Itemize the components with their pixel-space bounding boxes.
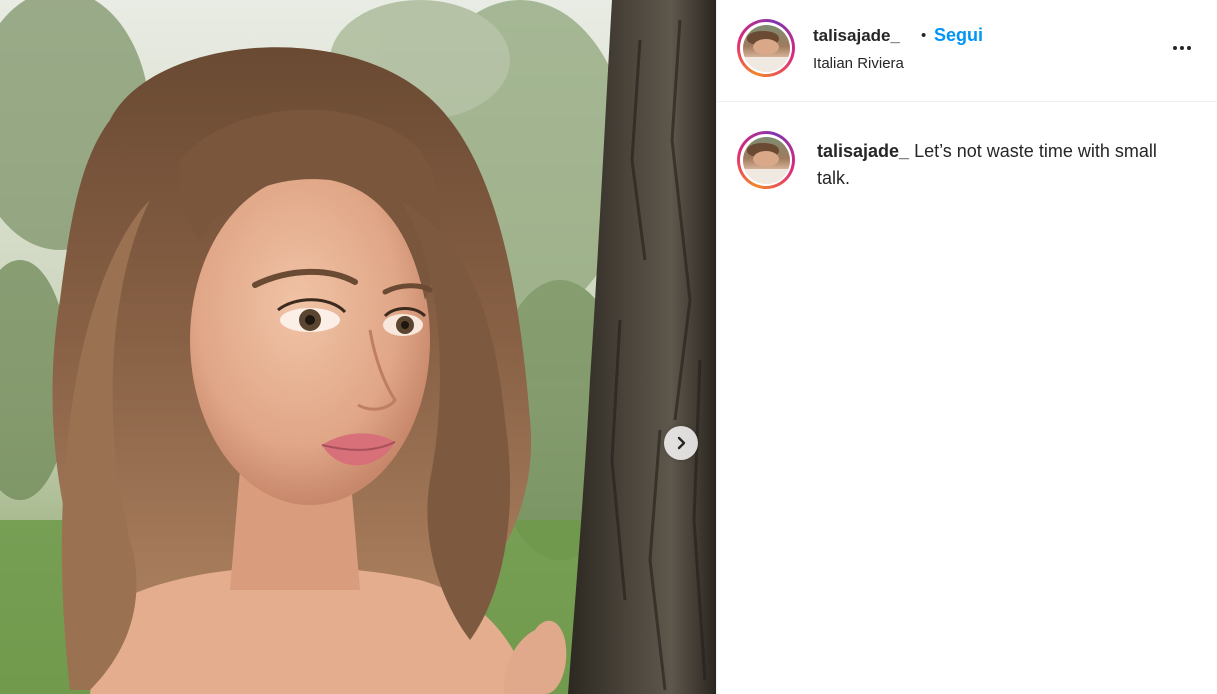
more-options-button[interactable] [1167,36,1197,60]
separator-dot: • [921,27,927,44]
location-link[interactable]: Italian Riviera [813,55,904,72]
avatar[interactable] [737,19,795,77]
avatar-image [742,24,790,72]
instagram-post: talisajade_ • Segui Italian Riviera tali… [0,0,1217,694]
post-header: talisajade_ • Segui Italian Riviera [717,0,1217,102]
post-caption: talisajade_ Let’s not waste time with sm… [817,138,1177,192]
next-image-button[interactable] [664,426,698,460]
caption-username[interactable]: talisajade_ [817,141,909,161]
header-username[interactable]: talisajade_ [813,26,900,46]
post-media[interactable] [0,0,716,694]
follow-button[interactable]: Segui [934,25,983,46]
more-horizontal-icon [1173,46,1177,50]
chevron-right-icon [677,436,686,450]
post-side-panel: talisajade_ • Segui Italian Riviera tali… [716,0,1217,694]
post-photo [0,0,716,694]
caption-avatar-image [742,136,790,184]
caption-avatar[interactable] [737,131,795,189]
